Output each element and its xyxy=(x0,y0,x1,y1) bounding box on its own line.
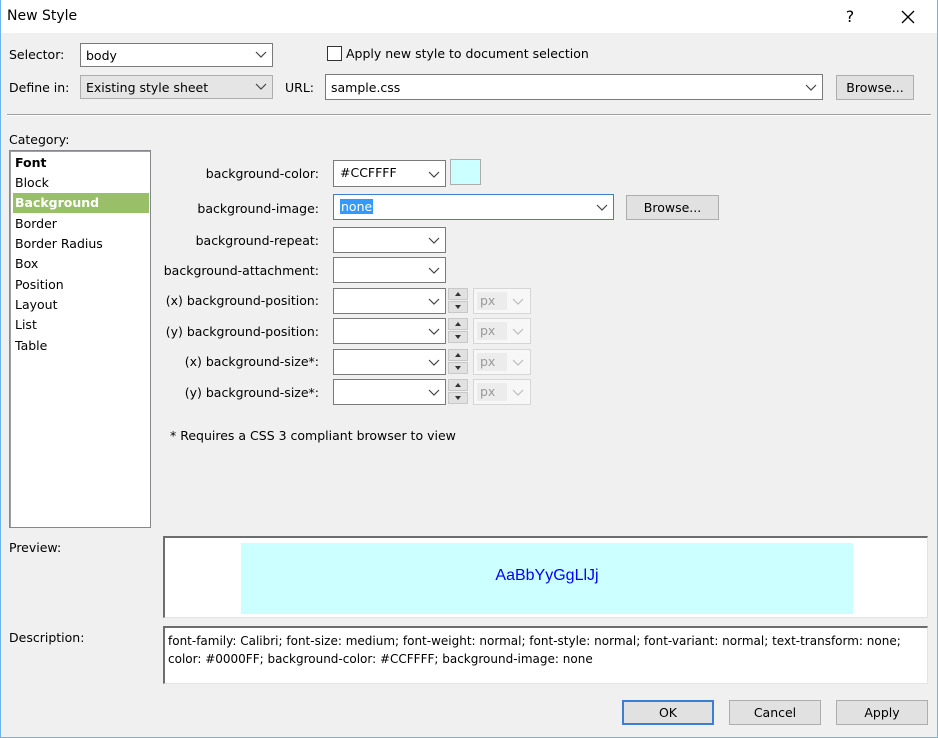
url-label: URL: xyxy=(285,80,315,95)
x-background-position-unit-value: px xyxy=(477,292,507,310)
chevron-down-icon xyxy=(512,389,524,396)
x-background-position-unit-select[interactable]: px xyxy=(473,288,531,314)
x-background-position-label: (x) background-position: xyxy=(165,293,319,308)
category-item-font[interactable]: Font xyxy=(13,153,149,173)
background-image-label: background-image: xyxy=(197,201,319,216)
define-in-value: Existing style sheet xyxy=(86,80,209,95)
background-color-swatch-button[interactable] xyxy=(450,159,481,185)
selector-combobox[interactable]: body xyxy=(80,43,273,67)
spin-down-icon[interactable] xyxy=(448,392,468,404)
define-in-combobox[interactable]: Existing style sheet xyxy=(80,75,273,99)
y-background-size-unit-select[interactable]: px xyxy=(473,379,531,405)
category-item-list[interactable]: List xyxy=(13,315,149,335)
x-background-size-unit-value: px xyxy=(477,353,507,371)
category-label: Category: xyxy=(9,132,70,147)
background-attachment-combobox[interactable] xyxy=(333,257,446,283)
header-separator xyxy=(7,114,931,116)
background-image-browse-button[interactable]: Browse... xyxy=(626,195,719,220)
chevron-down-icon xyxy=(428,328,440,335)
category-item-background[interactable]: Background xyxy=(13,193,149,213)
x-background-size-combobox[interactable] xyxy=(333,349,446,375)
preview-sample-background: AaBbYyGgLlJj xyxy=(241,543,853,614)
background-color-value: #CCFFFF xyxy=(340,165,397,180)
chevron-down-icon xyxy=(805,84,817,91)
close-button[interactable] xyxy=(891,4,925,30)
spin-down-icon[interactable] xyxy=(448,331,468,343)
close-icon xyxy=(901,10,915,24)
category-item-table[interactable]: Table xyxy=(13,336,149,356)
spin-up-icon[interactable] xyxy=(448,379,468,391)
category-item-position[interactable]: Position xyxy=(13,275,149,295)
y-background-position-unit-value: px xyxy=(477,322,507,340)
new-style-dialog: New Style ? Selector: body Apply new sty… xyxy=(0,0,938,738)
chevron-down-icon xyxy=(512,298,524,305)
description-line-1: font-family: Calibri; font-size: medium;… xyxy=(168,634,901,648)
description-line-2: color: #0000FF; background-color: #CCFFF… xyxy=(168,652,593,666)
x-background-size-spinner[interactable] xyxy=(448,349,468,375)
selector-label: Selector: xyxy=(9,47,65,62)
background-attachment-label: background-attachment: xyxy=(163,263,319,278)
x-background-size-label: (x) background-size*: xyxy=(184,354,319,369)
y-background-size-combobox[interactable] xyxy=(333,379,446,405)
url-browse-button[interactable]: Browse... xyxy=(836,75,914,100)
title-bar: New Style ? xyxy=(1,0,937,33)
selector-value: body xyxy=(86,48,117,63)
y-background-size-label: (y) background-size*: xyxy=(184,385,319,400)
spin-down-icon[interactable] xyxy=(448,301,468,313)
window-title: New Style xyxy=(7,8,78,24)
category-item-border-radius[interactable]: Border Radius xyxy=(13,234,149,254)
y-background-position-spinner[interactable] xyxy=(448,318,468,344)
preview-label: Preview: xyxy=(9,540,62,555)
cancel-button[interactable]: Cancel xyxy=(729,700,821,725)
background-color-combobox[interactable]: #CCFFFF xyxy=(333,160,446,187)
background-image-value: none xyxy=(340,199,374,214)
apply-to-selection-label: Apply new style to document selection xyxy=(346,46,589,61)
spin-up-icon[interactable] xyxy=(448,318,468,330)
category-item-box[interactable]: Box xyxy=(13,254,149,274)
define-in-label: Define in: xyxy=(9,80,70,95)
preview-box: AaBbYyGgLlJj xyxy=(163,536,928,618)
y-background-position-label: (y) background-position: xyxy=(165,324,319,339)
apply-button[interactable]: Apply xyxy=(836,700,928,725)
category-listbox[interactable]: Font Block Background Border Border Radi… xyxy=(9,150,151,528)
category-item-block[interactable]: Block xyxy=(13,173,149,193)
x-background-position-combobox[interactable] xyxy=(333,288,446,314)
chevron-down-icon xyxy=(428,267,440,274)
background-repeat-label: background-repeat: xyxy=(195,233,319,248)
chevron-down-icon xyxy=(512,328,524,335)
spin-up-icon[interactable] xyxy=(448,288,468,300)
url-combobox[interactable]: sample.css xyxy=(325,74,823,100)
spin-up-icon[interactable] xyxy=(448,349,468,361)
ok-button[interactable]: OK xyxy=(622,700,714,725)
url-value: sample.css xyxy=(331,80,401,95)
chevron-down-icon xyxy=(428,171,440,178)
description-box: font-family: Calibri; font-size: medium;… xyxy=(163,626,928,684)
css3-footnote: * Requires a CSS 3 compliant browser to … xyxy=(170,428,456,443)
background-image-combobox[interactable]: none xyxy=(333,194,614,220)
chevron-down-icon xyxy=(512,359,524,366)
x-background-size-unit-select[interactable]: px xyxy=(473,349,531,375)
chevron-down-icon xyxy=(428,389,440,396)
help-button[interactable]: ? xyxy=(833,4,867,30)
background-repeat-combobox[interactable] xyxy=(333,227,446,253)
chevron-down-icon xyxy=(255,51,267,58)
background-color-label: background-color: xyxy=(205,166,319,181)
x-background-position-spinner[interactable] xyxy=(448,288,468,314)
spin-down-icon[interactable] xyxy=(448,362,468,374)
description-label: Description: xyxy=(9,630,85,645)
y-background-size-unit-value: px xyxy=(477,383,507,401)
chevron-down-icon xyxy=(428,298,440,305)
y-background-position-unit-select[interactable]: px xyxy=(473,318,531,344)
preview-sample-text: AaBbYyGgLlJj xyxy=(495,567,599,584)
apply-to-selection-checkbox[interactable] xyxy=(327,46,342,61)
y-background-position-combobox[interactable] xyxy=(333,318,446,344)
chevron-down-icon xyxy=(428,237,440,244)
chevron-down-icon xyxy=(255,83,267,90)
category-item-border[interactable]: Border xyxy=(13,214,149,234)
chevron-down-icon xyxy=(596,204,608,211)
chevron-down-icon xyxy=(428,359,440,366)
category-item-layout[interactable]: Layout xyxy=(13,295,149,315)
y-background-size-spinner[interactable] xyxy=(448,379,468,405)
